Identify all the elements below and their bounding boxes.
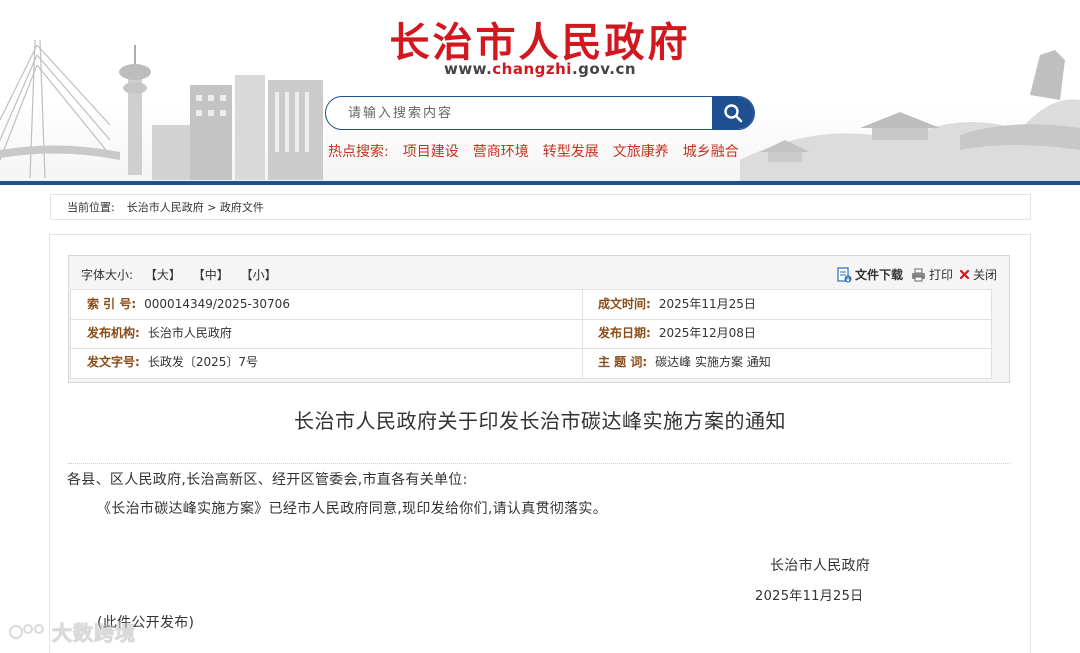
article-container: 字体大小: 【大】 【中】 【小】 文件下载 打印 关闭 索 引 号: 0000… bbox=[49, 234, 1031, 653]
search-icon bbox=[724, 104, 743, 123]
print-label: 打印 bbox=[928, 268, 953, 282]
font-medium-button[interactable]: 【中】 bbox=[193, 268, 229, 282]
close-icon bbox=[959, 269, 970, 280]
site-url: www.changzhi.gov.cn bbox=[0, 60, 1080, 78]
document-paragraph: 《长治市碳达峰实施方案》已经市人民政府同意,现印发给你们,请认真贯彻落实。 bbox=[97, 501, 607, 517]
hot-search-item[interactable]: 项目建设 bbox=[403, 141, 459, 161]
site-url-prefix: www. bbox=[443, 60, 493, 78]
breadcrumb-path[interactable]: 长治市人民政府 > 政府文件 bbox=[127, 201, 264, 214]
search-box bbox=[325, 96, 755, 130]
document-title: 长治市人民政府关于印发长治市碳达峰实施方案的通知 bbox=[294, 409, 786, 433]
meta-key: 索 引 号: bbox=[87, 297, 137, 311]
hot-search: 热点搜索: 项目建设 营商环境 转型发展 文旅康养 城乡融合 bbox=[328, 141, 753, 161]
close-label: 关闭 bbox=[972, 268, 997, 282]
meta-cell-doc-no: 发文字号: 长政发〔2025〕7号 bbox=[87, 348, 258, 377]
hot-search-label: 热点搜索: bbox=[328, 144, 389, 160]
meta-value: 2025年12月08日 bbox=[658, 326, 756, 340]
article-toolbar: 字体大小: 【大】 【中】 【小】 文件下载 打印 关闭 bbox=[69, 256, 1009, 290]
document-salutation: 各县、区人民政府,长治高新区、经开区管委会,市直各有关单位: bbox=[67, 472, 468, 488]
document-date: 2025年11月25日 bbox=[755, 589, 864, 604]
file-download-icon bbox=[837, 266, 852, 282]
title-divider bbox=[68, 463, 1010, 464]
watermark-logo-icon bbox=[9, 623, 44, 639]
document-meta-table: 索 引 号: 000014349/2025-30706 成文时间: 2025年11月… bbox=[70, 289, 992, 379]
meta-row: 发文字号: 长政发〔2025〕7号 主 题 词: 碳达峰 实施方案 通知 bbox=[71, 348, 991, 378]
document-info-panel: 字体大小: 【大】 【中】 【小】 文件下载 打印 关闭 索 引 号: 0000… bbox=[68, 255, 1010, 383]
font-size-label: 字体大小: bbox=[81, 268, 134, 282]
font-large-button[interactable]: 【大】 bbox=[145, 268, 181, 282]
meta-row: 发布机构: 长治市人民政府 发布日期: 2025年12月08日 bbox=[71, 319, 991, 349]
site-url-suffix: .gov.cn bbox=[571, 60, 637, 78]
breadcrumb: 当前位置: 长治市人民政府 > 政府文件 bbox=[50, 194, 1031, 220]
meta-cell-published: 发布日期: 2025年12月08日 bbox=[598, 319, 756, 348]
article-tools: 文件下载 打印 关闭 bbox=[830, 266, 997, 283]
watermark-text: 大数跨境 bbox=[52, 621, 136, 646]
download-label: 文件下载 bbox=[854, 268, 903, 282]
font-small-button[interactable]: 【小】 bbox=[241, 268, 277, 282]
close-button[interactable]: 关闭 bbox=[959, 266, 997, 283]
hot-search-item[interactable]: 营商环境 bbox=[473, 141, 529, 161]
meta-key: 主 题 词: bbox=[598, 355, 648, 369]
meta-value: 碳达峰 实施方案 通知 bbox=[655, 355, 771, 369]
printer-icon bbox=[911, 268, 925, 281]
meta-value: 长政发〔2025〕7号 bbox=[147, 355, 258, 369]
site-header: 长治市人民政府 www.changzhi.gov.cn 热点搜索: 项目建设 营… bbox=[0, 0, 1080, 185]
meta-value: 长治市人民政府 bbox=[147, 326, 232, 340]
meta-key: 发布日期: bbox=[598, 326, 651, 340]
meta-value: 2025年11月25日 bbox=[658, 297, 756, 311]
document-signer: 长治市人民政府 bbox=[770, 558, 871, 574]
font-size-control: 字体大小: 【大】 【中】 【小】 bbox=[81, 266, 285, 283]
hot-search-item[interactable]: 转型发展 bbox=[543, 141, 599, 161]
meta-key: 发文字号: bbox=[87, 355, 140, 369]
meta-row: 索 引 号: 000014349/2025-30706 成文时间: 2025年11月… bbox=[71, 290, 991, 320]
meta-value: 000014349/2025-30706 bbox=[144, 297, 290, 311]
search-input[interactable] bbox=[326, 97, 712, 129]
meta-key: 发布机构: bbox=[87, 326, 140, 340]
watermark: 大数跨境 bbox=[8, 617, 136, 646]
hot-search-item[interactable]: 文旅康养 bbox=[613, 141, 669, 161]
meta-cell-created: 成文时间: 2025年11月25日 bbox=[598, 290, 756, 319]
meta-cell-issuer: 发布机构: 长治市人民政府 bbox=[87, 319, 232, 348]
hot-search-item[interactable]: 城乡融合 bbox=[683, 141, 739, 161]
search-button[interactable] bbox=[712, 97, 754, 129]
download-button[interactable]: 文件下载 bbox=[836, 266, 903, 283]
meta-cell-subject: 主 题 词: 碳达峰 实施方案 通知 bbox=[598, 348, 771, 377]
meta-cell-index: 索 引 号: 000014349/2025-30706 bbox=[87, 290, 290, 319]
breadcrumb-label: 当前位置: bbox=[67, 201, 115, 214]
header-divider bbox=[0, 181, 1080, 185]
print-button[interactable]: 打印 bbox=[911, 266, 953, 283]
meta-key: 成文时间: bbox=[598, 297, 651, 311]
site-url-domain: changzhi bbox=[492, 60, 572, 78]
